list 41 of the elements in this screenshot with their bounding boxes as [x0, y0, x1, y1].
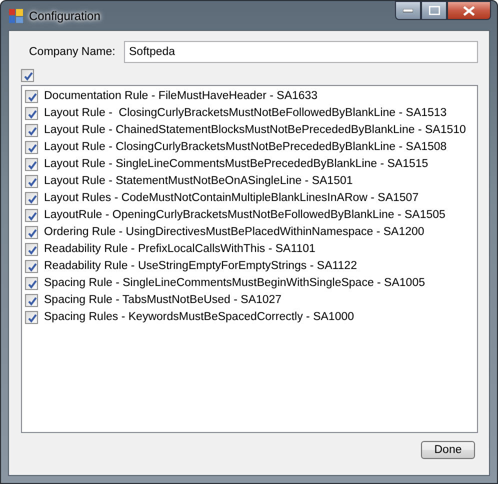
checkbox[interactable]	[25, 260, 38, 273]
close-button[interactable]	[447, 1, 491, 20]
rule-label: Spacing Rule - SingleLineCommentsMustBeginWithSingleSpace - SA1005	[44, 276, 425, 291]
checkbox[interactable]	[21, 69, 34, 82]
close-icon	[463, 6, 475, 16]
minimize-button[interactable]	[395, 1, 421, 20]
checkbox[interactable]	[25, 175, 38, 188]
company-name-label: Company Name:	[28, 46, 116, 58]
rule-label: Layout Rule - SingleLineCommentsMustBePrecededByBlankLine - SA1515	[44, 157, 428, 172]
checkbox[interactable]	[25, 277, 38, 290]
checkbox[interactable]	[25, 141, 38, 154]
checkbox[interactable]	[25, 243, 38, 256]
rule-label: Layout Rule - ChainedStatementBlocksMustNotBePrecededByBlankLine - SA1510	[44, 123, 466, 138]
done-button[interactable]: Done	[421, 441, 475, 459]
checkbox[interactable]	[25, 209, 38, 222]
rule-label: Documentation Rule - FileMustHaveHeader - SA1633	[44, 89, 318, 104]
maximize-button[interactable]	[421, 1, 447, 20]
checkbox[interactable]	[25, 90, 38, 103]
rule-label: Layout Rule - ClosingCurlyBracketsMustNotBeFollowedByBlankLine - SA1513	[44, 106, 447, 121]
app-icon	[9, 8, 23, 22]
checkbox[interactable]	[25, 158, 38, 171]
rule-label: Readability Rule - UseStringEmptyForEmptyStrings - SA1122	[44, 259, 357, 274]
rule-label: Layout Rule - ClosingCurlyBracketsMustNotBePrecededByBlankLine - SA1508	[44, 140, 447, 155]
window-title: Configuration	[29, 8, 100, 22]
rule-label: Spacing Rule - TabsMustNotBeUsed - SA1027	[44, 293, 282, 308]
checkbox[interactable]	[25, 107, 38, 120]
checkbox[interactable]	[25, 192, 38, 205]
checkbox[interactable]	[25, 124, 38, 137]
rule-label: LayoutRule - OpeningCurlyBracketsMustNotBeFollowedByBlankLine - SA1505	[44, 208, 446, 223]
checkbox[interactable]	[25, 311, 38, 324]
checkbox[interactable]	[25, 294, 38, 307]
minimize-icon	[403, 8, 413, 12]
company-name-field[interactable]: Softpeda	[124, 41, 478, 63]
rules-list[interactable]	[21, 85, 478, 433]
rule-label: Readability Rule - PrefixLocalCallsWithThis - SA1101	[44, 242, 316, 257]
rule-label: Layout Rule - StatementMustNotBeOnASingleLine - SA1501	[44, 174, 353, 189]
rule-label: Ordering Rule - UsingDirectivesMustBePlacedWithinNamespace - SA1200	[44, 225, 424, 240]
rule-label: Spacing Rules - KeywordsMustBeSpacedCorrectly - SA1000	[44, 310, 354, 325]
maximize-icon	[428, 6, 440, 15]
rule-label: Layout Rules - CodeMustNotContainMultipleBlankLinesInARow - SA1507	[44, 191, 419, 206]
checkbox[interactable]	[25, 226, 38, 239]
